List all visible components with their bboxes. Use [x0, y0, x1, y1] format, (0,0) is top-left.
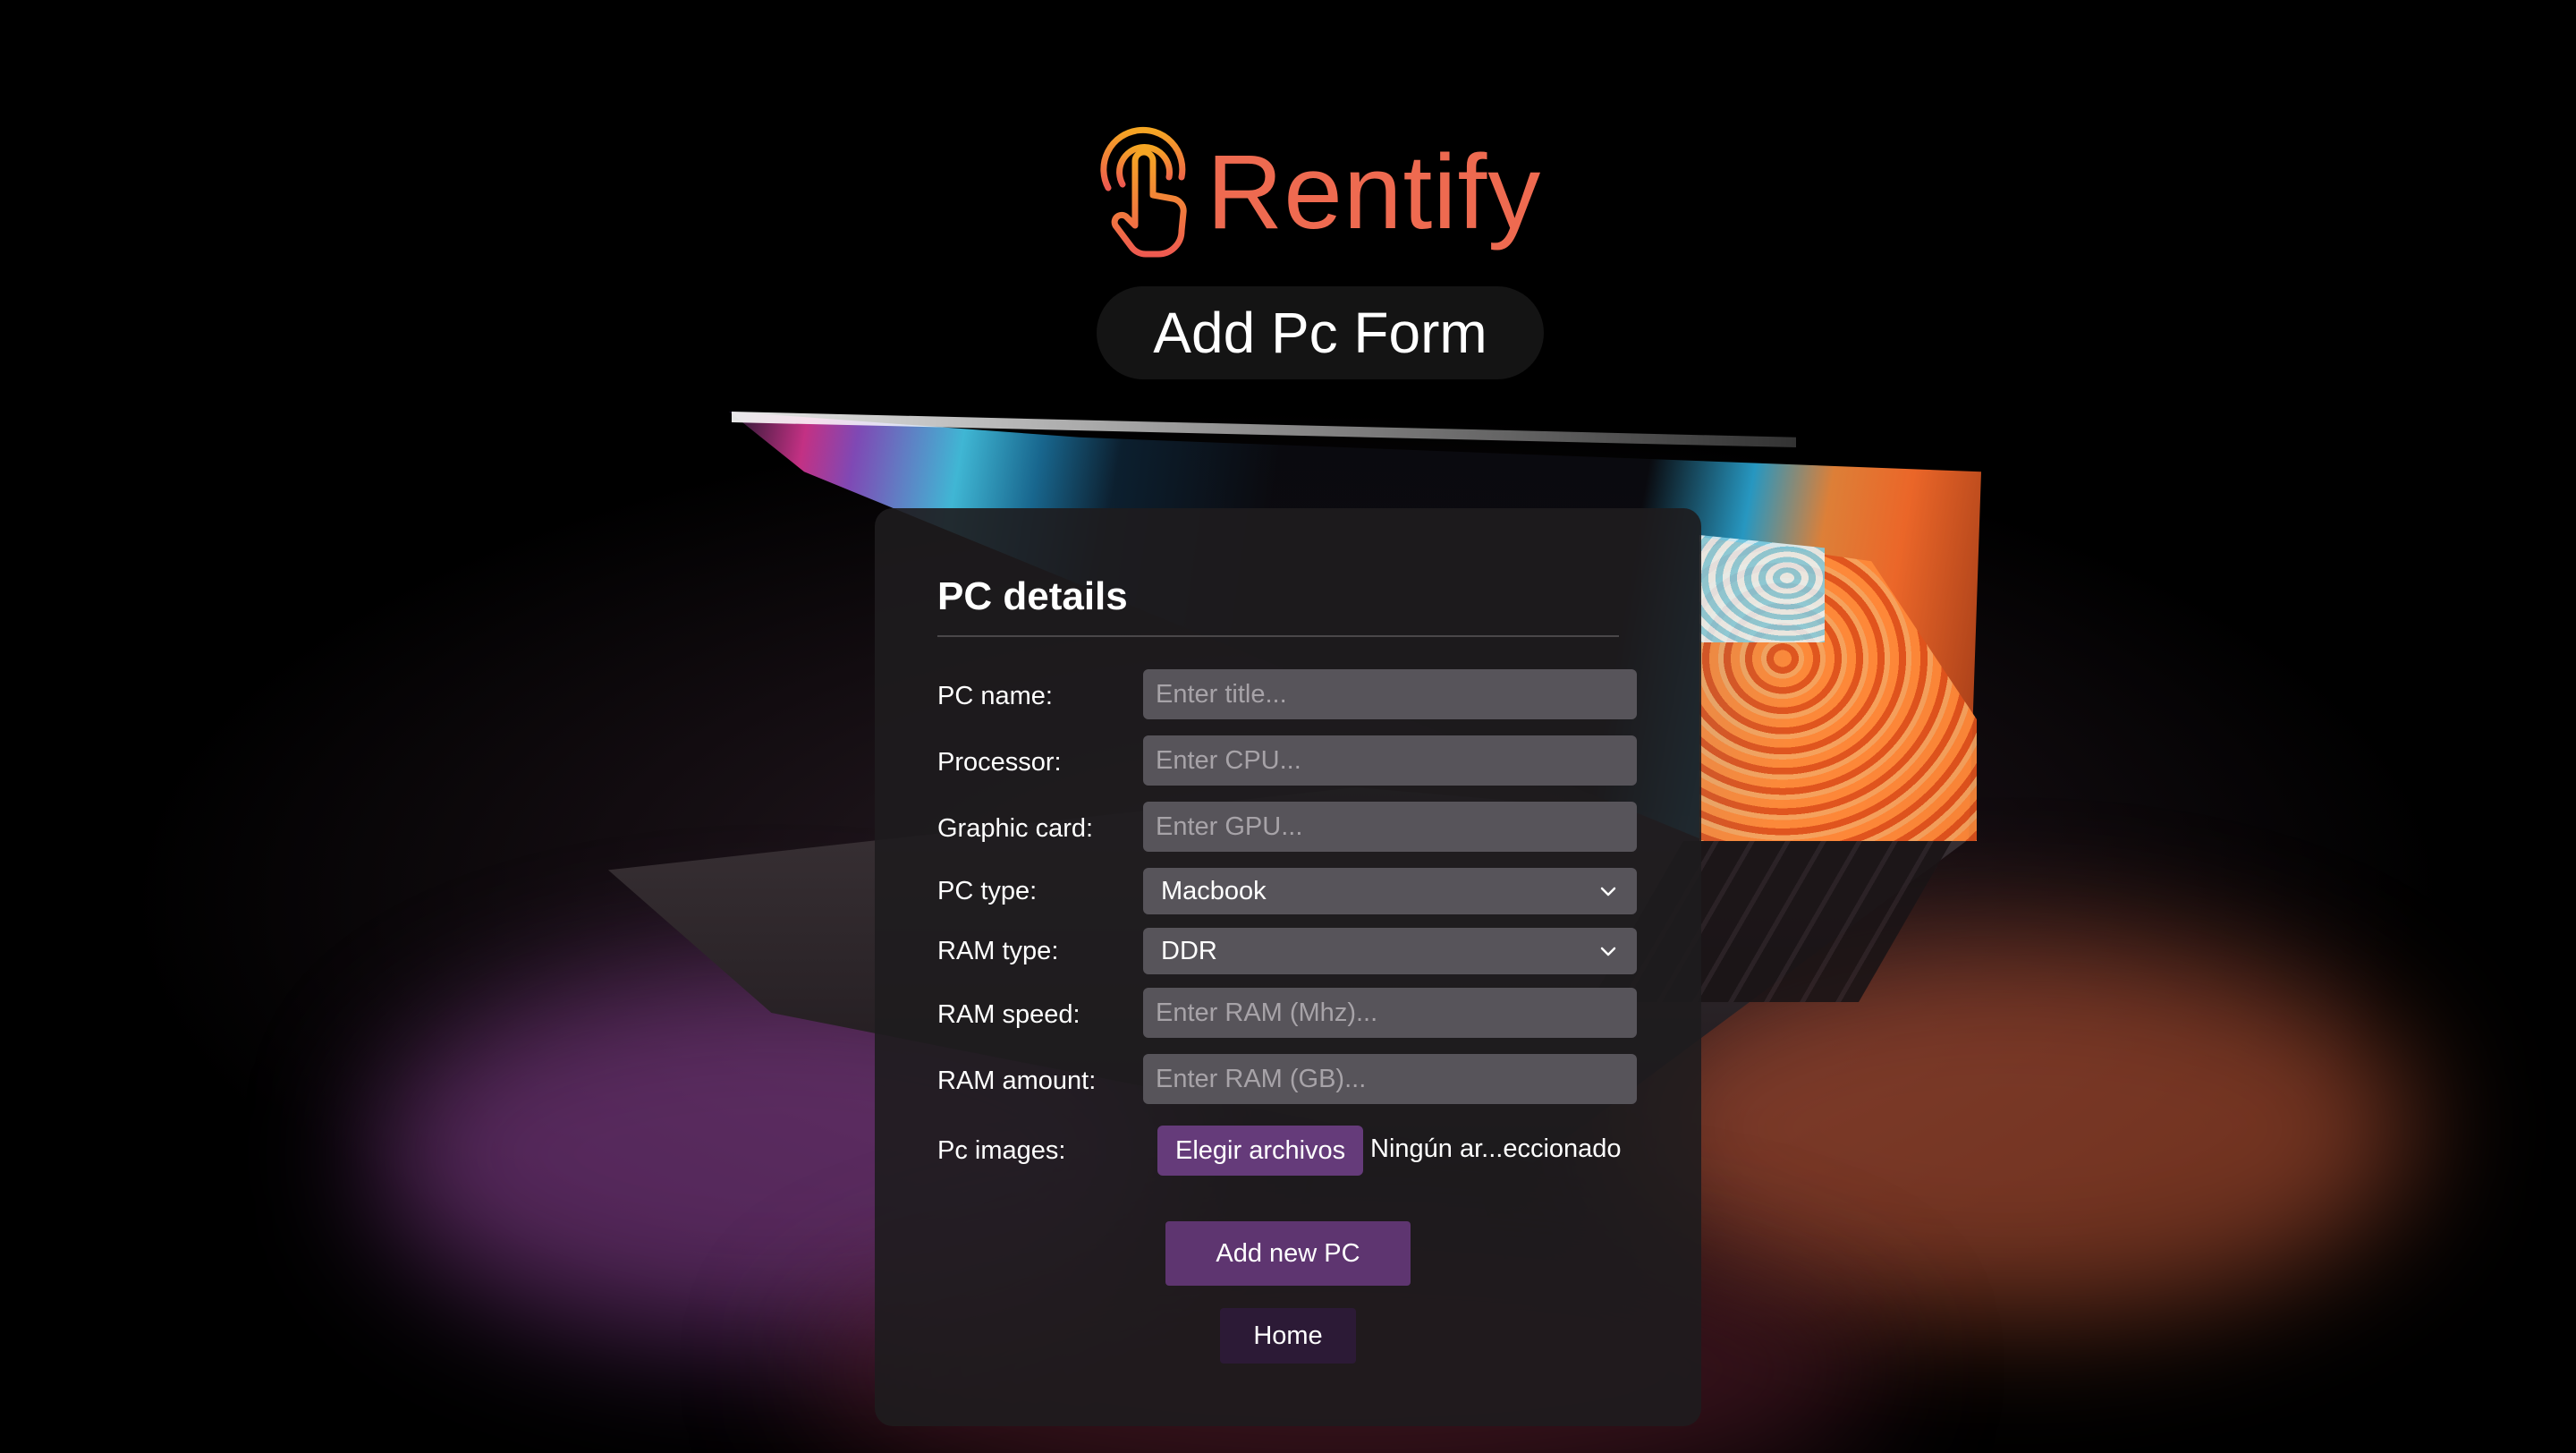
chevron-down-icon — [1600, 887, 1616, 896]
form-divider — [937, 635, 1619, 637]
ram-speed-input[interactable] — [1143, 988, 1637, 1038]
brand-logo: Rentify — [1096, 125, 1541, 259]
pc-details-form: PC details PC name: Processor: Graphic c… — [875, 508, 1701, 1426]
home-button[interactable]: Home — [1220, 1308, 1356, 1364]
chevron-down-icon — [1600, 947, 1616, 956]
ram-type-label: RAM type: — [937, 937, 1059, 965]
ram-type-value: DDR — [1161, 936, 1217, 965]
pc-type-label: PC type: — [937, 877, 1038, 905]
add-new-pc-button[interactable]: Add new PC — [1165, 1221, 1411, 1286]
ram-amount-input[interactable] — [1143, 1054, 1637, 1104]
form-title: PC details — [937, 574, 1128, 618]
choose-files-button[interactable]: Elegir archivos — [1157, 1126, 1364, 1176]
ram-speed-label: RAM speed: — [937, 1000, 1080, 1029]
laptop-screen-right-top — [1699, 535, 1825, 642]
pc-name-label: PC name: — [937, 682, 1053, 710]
touch-hand-icon — [1100, 126, 1187, 258]
pc-images-label: Pc images: — [937, 1136, 1066, 1165]
pc-type-select[interactable]: Macbook — [1143, 868, 1637, 914]
file-status-text: Ningún ar...eccionado — [1370, 1134, 1622, 1163]
page-title-pill: Add Pc Form — [1097, 286, 1544, 379]
ram-type-select[interactable]: DDR — [1143, 928, 1637, 974]
processor-label: Processor: — [937, 748, 1062, 777]
graphic-card-label: Graphic card: — [937, 814, 1094, 843]
brand-name: Rentify — [1207, 133, 1542, 251]
pc-name-input[interactable] — [1143, 669, 1637, 719]
processor-input[interactable] — [1143, 735, 1637, 786]
pc-type-value: Macbook — [1161, 876, 1267, 905]
page-title: Add Pc Form — [1153, 301, 1487, 365]
graphic-card-input[interactable] — [1143, 802, 1637, 852]
ram-amount-label: RAM amount: — [937, 1066, 1097, 1095]
